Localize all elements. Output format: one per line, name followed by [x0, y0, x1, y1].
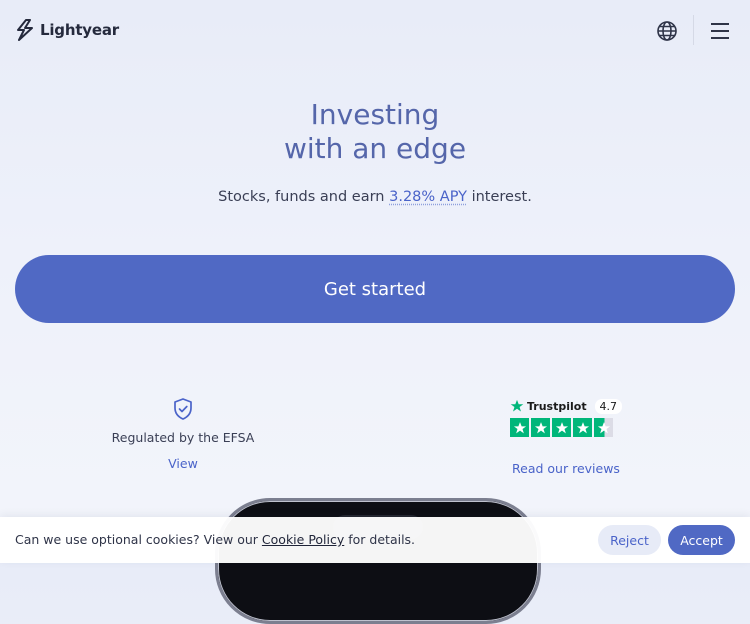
read-reviews-link[interactable]: Read our reviews: [440, 461, 692, 476]
brand-name: Lightyear: [40, 21, 119, 39]
hamburger-menu-icon[interactable]: [708, 20, 732, 42]
hero-subtitle: Stocks, funds and earn 3.28% APY interes…: [0, 189, 750, 205]
cookie-message: Can we use optional cookies? View our Co…: [15, 532, 415, 547]
trustpilot-rating[interactable]: Trustpilot 4.7: [510, 397, 625, 437]
cookie-banner: Can we use optional cookies? View our Co…: [0, 517, 750, 563]
trustpilot-star-icon: [510, 399, 524, 412]
star-icon: [552, 418, 571, 437]
efsa-regulation-block: Regulated by the EFSA View: [63, 397, 303, 472]
hero-title: Investing with an edge: [0, 98, 750, 166]
efsa-label: Regulated by the EFSA: [111, 430, 255, 445]
apy-rate-link[interactable]: 3.28% APY: [389, 189, 467, 205]
trustpilot-stars: [510, 418, 625, 437]
cookie-policy-link[interactable]: Cookie Policy: [262, 532, 344, 547]
hero-title-line-1: Investing: [310, 98, 440, 131]
trustpilot-name: Trustpilot: [527, 399, 587, 413]
globe-icon[interactable]: [655, 19, 679, 43]
efsa-view-link[interactable]: View: [168, 456, 198, 471]
brand-logo[interactable]: Lightyear: [15, 19, 119, 41]
cookie-text-suffix: for details.: [344, 532, 416, 547]
reject-cookies-button[interactable]: Reject: [598, 525, 661, 555]
cookie-text-prefix: Can we use optional cookies? View our: [15, 532, 262, 547]
subtitle-suffix: interest.: [466, 189, 532, 205]
accept-cookies-button[interactable]: Accept: [668, 525, 735, 555]
hero-title-line-2: with an edge: [283, 132, 467, 165]
star-icon: [573, 418, 592, 437]
star-icon: [531, 418, 550, 437]
header-divider: [693, 15, 694, 45]
trustpilot-score: 4.7: [594, 398, 622, 414]
top-header: Lightyear: [0, 0, 750, 62]
half-star-icon: [594, 418, 613, 437]
trustpilot-header: Trustpilot 4.7: [510, 397, 625, 415]
star-icon: [510, 418, 529, 437]
get-started-button[interactable]: Get started: [15, 255, 735, 323]
shield-check-icon: [174, 398, 192, 420]
subtitle-prefix: Stocks, funds and earn: [218, 189, 390, 205]
bolt-logo-icon: [17, 19, 33, 41]
